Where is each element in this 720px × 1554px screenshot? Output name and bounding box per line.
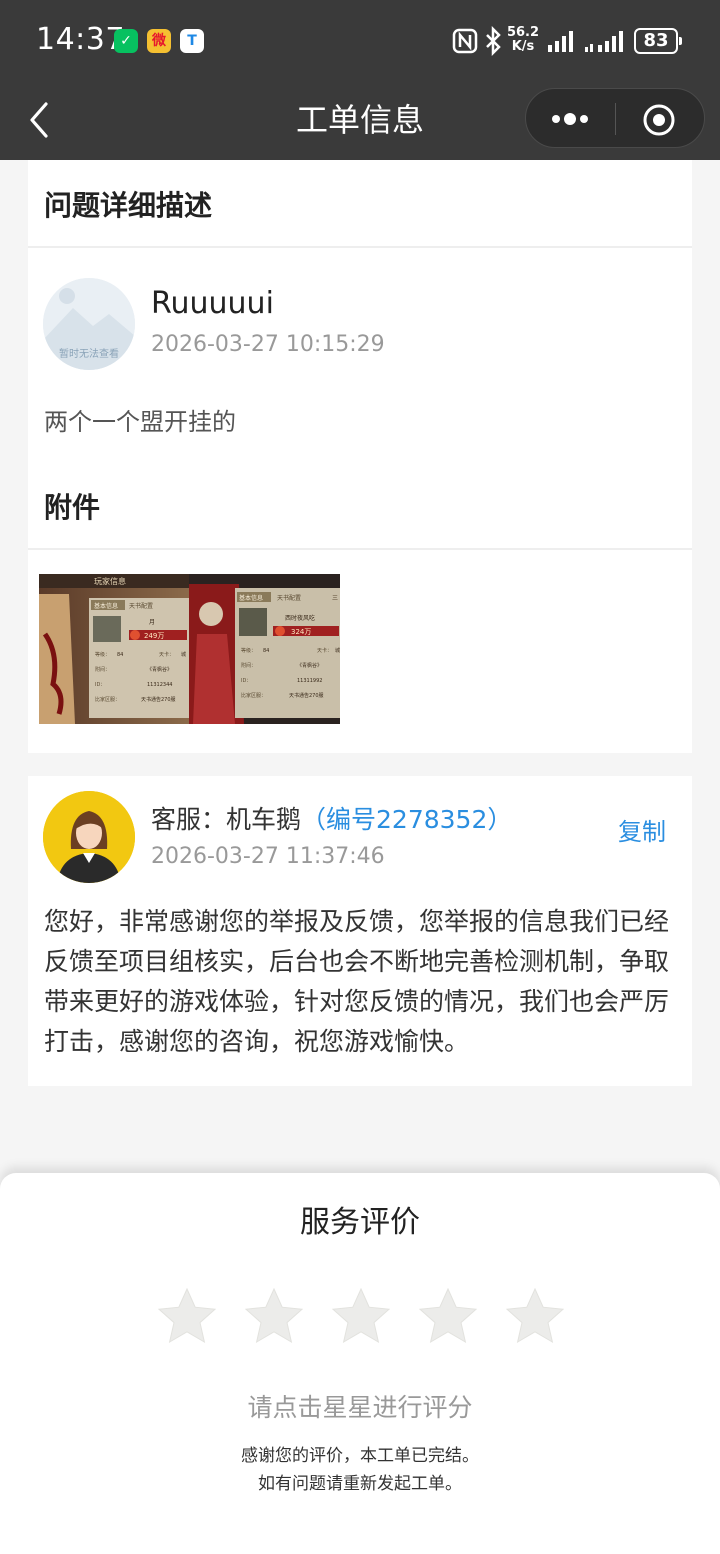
star-icon[interactable] bbox=[156, 1286, 218, 1348]
divider bbox=[28, 548, 692, 550]
agent-name: 客服：机车鹅 bbox=[151, 805, 302, 834]
section-title-attachment: 附件 bbox=[44, 491, 101, 524]
svg-text:11311992: 11311992 bbox=[297, 678, 322, 684]
capsule-divider bbox=[615, 103, 616, 135]
svg-text:城: 城 bbox=[181, 651, 186, 658]
reply-card: 客服：机车鹅（编号2278352） 复制 2026-03-27 11:37:46… bbox=[28, 776, 692, 1086]
svg-text:84: 84 bbox=[263, 648, 269, 654]
svg-text:天卡：: 天卡： bbox=[159, 651, 174, 658]
agent-avatar-icon bbox=[43, 791, 135, 883]
weibo-icon: 微 bbox=[147, 29, 171, 53]
panel-b-name: 西时夜风吃 bbox=[285, 614, 315, 622]
star-icon[interactable] bbox=[330, 1286, 392, 1348]
rating-sheet: 服务评价 请点击星星进行评分 感谢您的评价，本工单已完结。 如有问题请重新发起工… bbox=[0, 1173, 720, 1554]
star-icon[interactable] bbox=[417, 1286, 479, 1348]
svg-text:11312344: 11312344 bbox=[147, 682, 172, 688]
svg-text:比家区服：: 比家区服： bbox=[241, 692, 266, 699]
panel-a-name: 月 bbox=[149, 619, 155, 626]
avatar-placeholder-text: 暂时无法查看 bbox=[59, 349, 119, 360]
tool-icon: T bbox=[180, 29, 204, 53]
panel-b-tab-basic: 基本信息 bbox=[239, 594, 263, 602]
svg-text:附间：: 附间： bbox=[241, 662, 256, 669]
nav-bar: 工单信息 bbox=[0, 80, 720, 160]
svg-text:《青枫谷》: 《青枫谷》 bbox=[147, 666, 172, 673]
network-speed: 56.2 K/s bbox=[506, 25, 540, 54]
reply-content: 您好，非常感谢您的举报及反馈，您举报的信息我们已经反馈至项目组核实，后台也会不断… bbox=[44, 907, 670, 1056]
rating-title: 服务评价 bbox=[300, 1205, 420, 1240]
nfc-icon bbox=[452, 28, 478, 54]
bluetooth-icon bbox=[486, 26, 501, 56]
section-title-description: 问题详细描述 bbox=[44, 189, 213, 222]
status-time: 14:37 bbox=[36, 22, 125, 57]
copy-button[interactable]: 复制 bbox=[618, 812, 666, 847]
star-rating bbox=[156, 1286, 566, 1348]
agent-avatar bbox=[43, 791, 135, 883]
problem-description: 两个一个盟开挂的 bbox=[44, 408, 236, 436]
divider bbox=[28, 246, 692, 248]
user-name: Ruuuuui bbox=[151, 286, 274, 321]
svg-text:《青枫谷》: 《青枫谷》 bbox=[297, 662, 322, 669]
svg-text:天书通告270服: 天书通告270服 bbox=[289, 692, 324, 699]
wifi-signal-icon bbox=[548, 31, 573, 52]
svg-text:附间：: 附间： bbox=[95, 666, 110, 673]
avatar: 暂时无法查看 bbox=[43, 278, 135, 370]
panel-a-tab-book: 天书配置 bbox=[129, 602, 153, 610]
agent-id: （编号2278352） bbox=[301, 805, 513, 834]
close-mini-program-icon[interactable] bbox=[642, 103, 676, 137]
svg-text:天书通告270服: 天书通告270服 bbox=[141, 696, 176, 703]
svg-text:城: 城 bbox=[335, 647, 340, 654]
more-icon[interactable] bbox=[550, 107, 594, 131]
user-timestamp: 2026-03-27 10:15:29 bbox=[151, 332, 385, 357]
battery-icon: 83 bbox=[634, 28, 682, 54]
svg-text:ID：: ID： bbox=[95, 682, 105, 688]
panel-a-score: 249万 bbox=[144, 632, 164, 640]
svg-text:等级：: 等级： bbox=[241, 647, 256, 654]
status-bar: 14:37 ✓ 微 T 56.2 K/s 83 bbox=[0, 0, 720, 80]
wechat-icon: ✓ bbox=[114, 29, 138, 53]
attachment-image[interactable]: 玩家信息 基本信息 天书配置 月 249万 等级： 84 天卡： 城 附间： 《… bbox=[39, 574, 340, 724]
panel-b-score: 324万 bbox=[291, 628, 311, 636]
svg-text:比家区服：: 比家区服： bbox=[95, 696, 120, 703]
svg-text:天卡：: 天卡： bbox=[317, 647, 332, 654]
svg-text:等级：: 等级： bbox=[95, 651, 110, 658]
panel-a-header: 玩家信息 bbox=[94, 576, 126, 586]
mini-program-capsule bbox=[525, 88, 705, 148]
svg-text:ID：: ID： bbox=[241, 678, 251, 684]
svg-text:84: 84 bbox=[117, 652, 123, 658]
rating-hint: 请点击星星进行评分 bbox=[247, 1393, 473, 1422]
rating-note: 感谢您的评价，本工单已完结。 bbox=[241, 1446, 479, 1466]
star-icon[interactable] bbox=[243, 1286, 305, 1348]
agent-info: 客服：机车鹅（编号2278352） bbox=[151, 800, 512, 836]
panel-a-tab-basic: 基本信息 bbox=[94, 602, 118, 610]
svg-text:三: 三 bbox=[332, 595, 338, 602]
cellular-signal-icon bbox=[585, 31, 623, 52]
panel-b-tab-book: 天书配置 bbox=[277, 594, 301, 602]
reply-timestamp: 2026-03-27 11:37:46 bbox=[151, 844, 385, 869]
star-icon[interactable] bbox=[504, 1286, 566, 1348]
rating-note: 如有问题请重新发起工单。 bbox=[258, 1474, 462, 1494]
ticket-detail-card: 问题详细描述 暂时无法查看 Ruuuuui 2026-03-27 10:15:2… bbox=[28, 160, 692, 753]
